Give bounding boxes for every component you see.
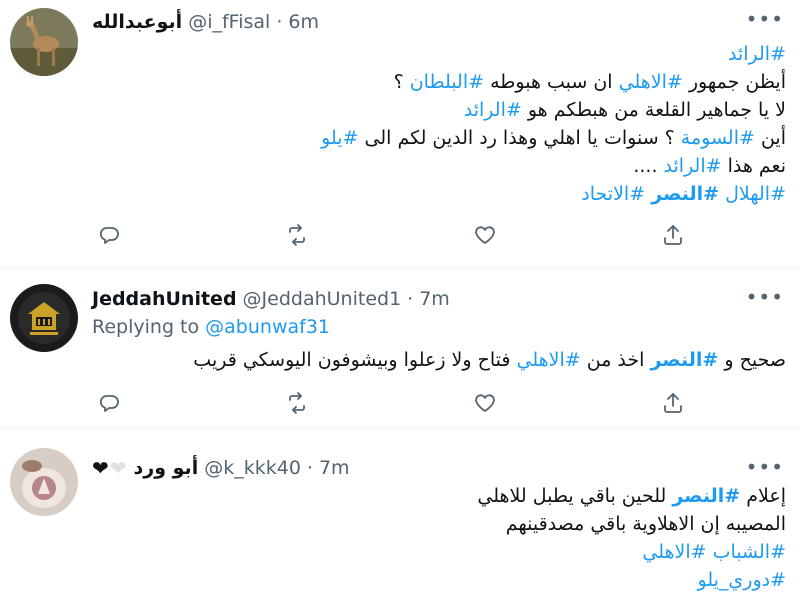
tweet-header: أبوعبدالله @i_fFisal · 6m: [92, 9, 319, 35]
reply-icon: [99, 395, 119, 412]
replying-to: Replying to @abunwaf31: [92, 316, 330, 338]
tweet-text: صحيح و #النصر اخذ من #الاهلي فتاح ولا زع…: [92, 346, 786, 374]
separator-dot: ·: [306, 457, 313, 479]
user-handle[interactable]: @i_fFisal: [188, 11, 270, 33]
share-button[interactable]: [660, 390, 686, 416]
reply-button[interactable]: [96, 390, 122, 416]
deer-avatar-image: [10, 8, 78, 76]
tweet-text-line: المصيبه إن الاهلاوية باقي مصدقينهم: [92, 510, 786, 538]
tweet-text-line: #دوري_يلو: [92, 566, 787, 594]
more-options-icon[interactable]: •••: [746, 287, 784, 307]
hashtag-link[interactable]: #البلطان: [410, 71, 484, 93]
text-segment: ....: [633, 155, 664, 177]
tweet-text-line: نعم هذا #الرائد ....: [92, 152, 786, 180]
text-segment: فتاح ولا زعلوا وبيشوفون اليوسكي قريب: [193, 349, 517, 371]
display-name[interactable]: أبوعبدالله: [92, 11, 182, 33]
timestamp[interactable]: 7m: [419, 288, 450, 310]
hashtag-link[interactable]: #الاتحاد: [581, 183, 645, 205]
avatar[interactable]: [10, 8, 78, 76]
tweet-text-line: أيظن جمهور #الاهلي ان سبب هبوطه #البلطان…: [92, 68, 786, 96]
share-icon: [664, 393, 682, 413]
text-segment: للحين باقي يطبل للاهلي: [477, 485, 673, 507]
reply-button[interactable]: [96, 222, 122, 248]
share-icon: [664, 225, 682, 245]
tweet-text-line: #الرائد: [92, 40, 786, 68]
like-button[interactable]: [472, 390, 498, 416]
tweet-text-line: #الشباب #الاهلي: [92, 538, 786, 566]
hashtag-link[interactable]: #النصر: [672, 485, 740, 507]
share-button[interactable]: [660, 222, 686, 248]
user-avatar-image: [10, 448, 78, 516]
like-icon: [475, 394, 495, 412]
hashtag-link[interactable]: #الاهلي: [642, 541, 706, 563]
retweet-button[interactable]: [284, 222, 310, 248]
avatar[interactable]: [10, 284, 78, 352]
tweet[interactable]: أبوعبدالله @i_fFisal · 6m ••• #الرائد أيظ…: [0, 0, 800, 268]
hashtag-link[interactable]: #الرائد: [464, 99, 522, 121]
tweet-text-line: أين #السومة ؟ سنوات يا اهلي وهذا رد الدي…: [92, 124, 786, 152]
hashtag-link[interactable]: #الهلال: [725, 183, 786, 205]
tweet-actions: [96, 222, 686, 248]
black-heart-icon: ❤: [92, 456, 110, 480]
text-segment: صحيح و: [718, 349, 786, 371]
hashtag-link[interactable]: #النصر: [651, 183, 719, 205]
tweet-text-line: إعلام #النصر للحين باقي يطبل للاهلي: [92, 482, 786, 510]
timestamp[interactable]: 6m: [288, 11, 319, 33]
hashtag-link[interactable]: #الرائد: [664, 155, 722, 177]
display-name[interactable]: أبو ورد: [134, 457, 199, 479]
like-icon: [475, 226, 495, 244]
tweet-actions: [96, 390, 686, 416]
hashtag-link[interactable]: #يلو: [321, 127, 358, 149]
hashtag-link[interactable]: #النصر: [650, 349, 718, 371]
tweet-text-line: #الهلال #النصر #الاتحاد: [92, 180, 786, 208]
text-segment: لا يا جماهير القلعة من هبطكم هو: [521, 99, 786, 121]
avatar[interactable]: [10, 448, 78, 516]
tweet[interactable]: JeddahUnited @JeddahUnited1 · 7m ••• Rep…: [0, 268, 800, 428]
user-handle[interactable]: @k_kkk40: [204, 457, 301, 479]
more-options-icon[interactable]: •••: [746, 457, 784, 477]
retweet-icon: [289, 392, 305, 414]
separator-dot: ·: [407, 288, 414, 310]
hashtag-link[interactable]: #دوري_يلو: [698, 569, 787, 591]
text-segment: ان سبب هبوطه: [484, 71, 619, 93]
tweet[interactable]: ❤❤ أبو ورد @k_kkk40 · 7m ••• إعلام #النص…: [0, 428, 800, 604]
text-segment: أيظن جمهور: [682, 71, 786, 93]
display-name[interactable]: JeddahUnited: [92, 288, 237, 310]
replying-to-mention[interactable]: @abunwaf31: [205, 316, 330, 338]
like-button[interactable]: [472, 222, 498, 248]
hashtag-link[interactable]: #الاهلي: [517, 349, 581, 371]
text-segment: ؟ سنوات يا اهلي وهذا رد الدين لكم الى: [358, 127, 681, 149]
text-segment: المصيبه إن الاهلاوية باقي مصدقينهم: [505, 513, 786, 535]
text-segment: اخذ من: [580, 349, 651, 371]
text-segment: ؟: [393, 71, 410, 93]
tweet-header: ❤❤ أبو ورد @k_kkk40 · 7m: [92, 455, 350, 481]
replying-label: Replying to: [92, 316, 206, 338]
more-options-icon[interactable]: •••: [746, 9, 784, 29]
hashtag-link[interactable]: #السومة: [681, 127, 755, 149]
tweet-text-line: لا يا جماهير القلعة من هبطكم هو #الرائد: [92, 96, 786, 124]
hashtag-link[interactable]: #الرائد: [728, 43, 786, 65]
tweet-text: إعلام #النصر للحين باقي يطبل للاهلي المصي…: [92, 482, 786, 594]
reply-icon: [99, 227, 119, 244]
tweet-header: JeddahUnited @JeddahUnited1 · 7m: [92, 286, 450, 312]
tweet-text: #الرائد أيظن جمهور #الاهلي ان سبب هبوطه #…: [92, 40, 786, 208]
retweet-button[interactable]: [284, 390, 310, 416]
user-handle[interactable]: @JeddahUnited1: [243, 288, 402, 310]
hearts-emoji: ❤❤: [92, 456, 128, 480]
separator-dot: ·: [276, 11, 283, 33]
tweet-text-line: صحيح و #النصر اخذ من #الاهلي فتاح ولا زع…: [92, 346, 786, 374]
text-segment: إعلام: [740, 485, 786, 507]
jeddah-united-logo-image: [10, 284, 78, 352]
text-segment: أين: [754, 127, 786, 149]
text-segment: نعم هذا: [721, 155, 786, 177]
retweet-icon: [289, 224, 305, 246]
hashtag-link[interactable]: #الشباب: [713, 541, 786, 563]
hashtag-link[interactable]: #الاهلي: [619, 71, 683, 93]
white-heart-icon: ❤: [109, 456, 128, 480]
timestamp[interactable]: 7m: [319, 457, 350, 479]
